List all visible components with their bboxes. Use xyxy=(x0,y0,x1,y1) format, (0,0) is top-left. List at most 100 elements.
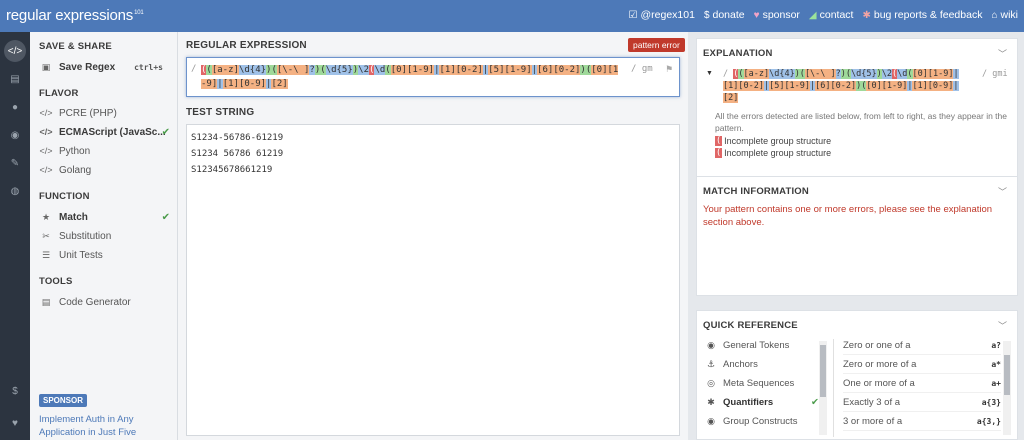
regex-heading: REGULAR EXPRESSION xyxy=(186,40,307,51)
contact-link[interactable]: ◢ contact xyxy=(809,9,854,21)
save-shortcut: ctrl+s xyxy=(134,62,163,72)
regex-open-delimiter: / xyxy=(191,64,197,74)
user-icon[interactable]: ● xyxy=(4,96,26,118)
lifebuoy-icon: ◎ xyxy=(707,377,715,388)
code-icon: </> xyxy=(39,165,53,175)
regex-flags[interactable]: / gm xyxy=(631,64,653,74)
tools-heading: TOOLS xyxy=(39,276,73,287)
function-substitution[interactable]: ✂ Substitution xyxy=(39,228,173,244)
target-icon: ◉ xyxy=(707,339,715,350)
wrench-icon[interactable]: ✎ xyxy=(4,152,26,174)
explanation-heading: EXPLANATION xyxy=(703,48,773,59)
target-icon: ◉ xyxy=(707,415,715,426)
chevron-down-icon[interactable]: ﹀ xyxy=(998,185,1007,198)
flavor-python[interactable]: </> Python xyxy=(39,143,173,159)
sidebar: SAVE & SHARE ▣ Save Regex ctrl+s FLAVOR … xyxy=(30,32,178,440)
test-line: S1234-56786-61219 xyxy=(191,133,284,143)
check-icon: ✔ xyxy=(161,211,170,223)
top-bar: regular expressions101 ☑ @regex101 $ donat… xyxy=(0,0,1024,32)
info-panel: EXPLANATION ﹀ ▼ / (([a-z]\d{4})([\-\ ]?)… xyxy=(696,32,1024,440)
twitter-link[interactable]: ☑ @regex101 xyxy=(629,9,695,21)
qr-category-quantifiers[interactable]: ✱ Quantifiers ✔ xyxy=(705,394,819,410)
qr-category-group-constructs[interactable]: ◉ Group Constructs xyxy=(705,413,825,429)
error-paren: ( xyxy=(715,148,723,158)
token-scrollbar[interactable] xyxy=(1003,341,1011,435)
chat-icon[interactable]: ◍ xyxy=(4,180,26,202)
test-string-input[interactable]: S1234-56786-61219 S1234 56786 61219 S12345… xyxy=(186,124,680,436)
error-paren: ( xyxy=(715,136,723,146)
explanation-note: All the errors detected are listed below… xyxy=(715,111,1007,133)
test-line: S1234 56786 61219 xyxy=(191,149,284,159)
code-icon: </> xyxy=(39,127,53,137)
sponsor-link[interactable]: Implement Auth in Any Application in Jus… xyxy=(39,413,173,440)
quick-reference-heading: QUICK REFERENCE xyxy=(703,320,798,331)
heart-icon[interactable]: ♥ xyxy=(4,412,26,434)
check-icon: ✔ xyxy=(811,396,819,408)
file-code-icon: ▤ xyxy=(41,296,51,307)
test-line: S12345678661219 xyxy=(191,165,273,175)
scissors-icon: ✂ xyxy=(42,230,50,241)
explanation-card: EXPLANATION ﹀ ▼ / (([a-z]\d{4})([\-\ ]?)… xyxy=(696,38,1018,196)
anchor-icon: ⚓ xyxy=(706,358,716,369)
sponsor-badge: SPONSOR xyxy=(39,394,88,407)
chevron-down-icon[interactable]: ﹀ xyxy=(998,319,1007,332)
regex-input[interactable]: / (([a-z]\d{4})([\-\ ]?)(\d{5})\2(\d([0]… xyxy=(186,57,680,97)
category-scrollbar[interactable] xyxy=(819,341,827,435)
sponsor-link[interactable]: ♥ sponsor xyxy=(754,9,800,21)
explanation-flags: / gmi xyxy=(982,69,1008,79)
qr-token-row[interactable]: One or more of a a+ xyxy=(843,375,1001,393)
save-icon: ▣ xyxy=(41,61,51,72)
flavor-ecmascript[interactable]: </> ECMAScript (JavaSc... ✔ xyxy=(39,124,173,140)
code-icon: </> xyxy=(39,108,53,118)
code-icon: </> xyxy=(39,146,53,156)
library-book-icon[interactable]: ▤ xyxy=(4,68,26,90)
qr-category-general-tokens[interactable]: ◉ General Tokens xyxy=(705,337,825,353)
bug-report-link[interactable]: ✱ bug reports & feedback xyxy=(862,9,982,21)
qr-category-anchors[interactable]: ⚓ Anchors xyxy=(705,356,825,372)
regex-pattern[interactable]: (([a-z]\d{4})([\-\ ]?)(\d{5})\2(\d([0][1… xyxy=(201,63,621,91)
dollar-icon[interactable]: $ xyxy=(4,380,26,402)
bug-icon: ✱ xyxy=(862,9,871,21)
dollar-icon: $ xyxy=(703,9,710,21)
chevron-down-icon[interactable]: ﹀ xyxy=(998,47,1007,60)
heart-icon: ♥ xyxy=(753,9,760,21)
check-icon: ✔ xyxy=(161,126,170,138)
flavor-pcre[interactable]: </> PCRE (PHP) xyxy=(39,105,173,121)
scrollbar-thumb[interactable] xyxy=(820,345,826,397)
gamepad-icon[interactable]: ◉ xyxy=(4,124,26,146)
donate-link[interactable]: $ donate xyxy=(704,9,745,21)
test-string-heading: TEST STRING xyxy=(186,107,255,118)
qr-token-row[interactable]: 3 or more of a a{3,} xyxy=(843,413,1001,431)
code-generator-button[interactable]: ▤ Code Generator xyxy=(39,294,173,310)
icon-rail: </> ▤ ● ◉ ✎ ◍ $ ♥ xyxy=(0,32,30,440)
send-icon: ◢ xyxy=(808,9,817,21)
list-icon: ☰ xyxy=(41,249,51,260)
site-logo[interactable]: regular expressions101 xyxy=(6,7,144,24)
save-regex-button[interactable]: ▣ Save Regex ctrl+s xyxy=(39,59,173,75)
function-unit-tests[interactable]: ☰ Unit Tests xyxy=(39,247,173,263)
qr-token-row[interactable]: Exactly 3 of a a{3} xyxy=(843,394,1001,412)
editor-panel: REGULAR EXPRESSION pattern error / (([a-… xyxy=(178,32,688,440)
divider xyxy=(833,339,834,437)
flavor-heading: FLAVOR xyxy=(39,88,79,99)
pattern-error-badge: pattern error xyxy=(628,38,685,52)
asterisk-icon: ✱ xyxy=(707,396,715,407)
test-string-text[interactable]: S1234-56786-61219 S1234 56786 61219 S12345… xyxy=(191,130,283,178)
function-heading: FUNCTION xyxy=(39,191,90,202)
expand-triangle-icon[interactable]: ▼ xyxy=(706,70,713,77)
qr-category-meta-sequences[interactable]: ◎ Meta Sequences xyxy=(705,375,825,391)
error-item: (Incomplete group structure xyxy=(715,148,832,158)
flag-icon[interactable]: ⚑ xyxy=(665,64,673,75)
code-icon[interactable]: </> xyxy=(4,40,26,62)
scrollbar-thumb[interactable] xyxy=(1004,355,1010,395)
match-info-heading: MATCH INFORMATION xyxy=(703,186,809,197)
qr-token-row[interactable]: Zero or one of a a? xyxy=(843,337,1001,355)
qr-token-row[interactable]: Zero or more of a a* xyxy=(843,356,1001,374)
star-icon: ★ xyxy=(41,211,51,222)
match-error-message: Your pattern contains one or more errors… xyxy=(703,204,993,228)
function-match[interactable]: ★ Match ✔ xyxy=(39,209,173,225)
flavor-golang[interactable]: </> Golang xyxy=(39,162,173,178)
save-share-heading: SAVE & SHARE xyxy=(39,41,112,52)
wiki-link[interactable]: ⌂ wiki xyxy=(991,9,1018,21)
quick-reference-card: QUICK REFERENCE ﹀ ◉ General Tokens ⚓ Ancho… xyxy=(696,310,1018,440)
